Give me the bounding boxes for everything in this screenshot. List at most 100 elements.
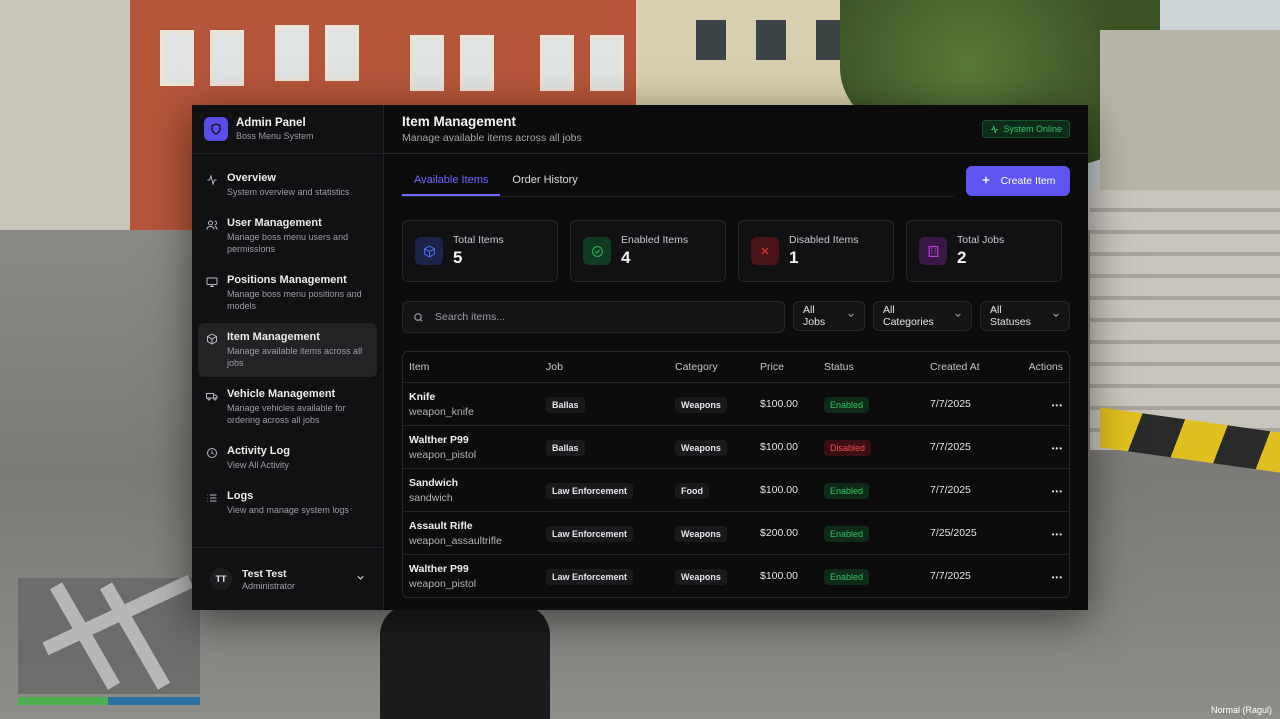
- item-name: Knife: [409, 390, 436, 403]
- tab-bar: Available Items Order History: [402, 166, 954, 197]
- job-tag: Law Enforcement: [546, 483, 634, 499]
- search-box: [402, 301, 785, 333]
- sidebar-item-desc: System overview and statistics: [227, 187, 350, 197]
- job-filter-select[interactable]: All Jobs: [793, 301, 865, 331]
- sidebar-nav: Overview System overview and statistics …: [192, 154, 383, 547]
- sidebar-item-vehicle-management[interactable]: Vehicle Management Manage vehicles avail…: [198, 380, 377, 434]
- sidebar-item-item-management[interactable]: Item Management Manage available items a…: [198, 323, 377, 377]
- sidebar-item-desc: View and manage system logs: [227, 505, 349, 515]
- item-cell: Knife weapon_knife: [403, 391, 546, 418]
- sidebar-item-label: Activity Log: [227, 445, 290, 457]
- category-filter-select[interactable]: All Categories: [873, 301, 972, 331]
- category-cell: Weapons: [675, 524, 760, 542]
- item-name: Walther P99: [409, 562, 469, 575]
- job-cell: Law Enforcement: [546, 567, 675, 585]
- stat-value: 4: [621, 248, 631, 267]
- page-title: Item Management: [402, 114, 517, 129]
- created-at-cell: 7/7/2025: [930, 484, 971, 496]
- status-badge: System Online: [982, 120, 1070, 138]
- price-cell: $100.00: [760, 398, 798, 410]
- status-badge: Enabled: [824, 483, 870, 499]
- item-id: weapon_knife: [409, 405, 474, 418]
- item-id: sandwich: [409, 491, 453, 504]
- page-header: Item Management Manage available items a…: [384, 105, 1088, 154]
- health-bar: [18, 697, 200, 705]
- items-table: Item Job Category Price Status Created A…: [402, 351, 1070, 598]
- status-cell: Disabled: [824, 438, 930, 456]
- category-cell: Weapons: [675, 567, 760, 585]
- users-icon: [206, 220, 218, 230]
- created-at-cell: 7/7/2025: [930, 570, 971, 582]
- truck-icon: [206, 393, 218, 401]
- building-left: [0, 0, 140, 230]
- actions-cell: •••: [1014, 567, 1069, 585]
- sidebar-item-user-management[interactable]: User Management Manage boss menu users a…: [198, 209, 377, 263]
- column-header: Category: [675, 361, 718, 373]
- stat-value: 1: [789, 248, 799, 267]
- stat-label: Total Jobs: [957, 234, 1005, 246]
- admin-panel: Admin Panel Boss Menu System Overview Sy…: [192, 105, 1088, 610]
- created-at-cell: 7/7/2025: [930, 441, 971, 453]
- category-tag: Weapons: [675, 569, 727, 585]
- tab-available-items[interactable]: Available Items: [402, 166, 501, 196]
- status-cell: Enabled: [824, 481, 930, 499]
- player-character: [380, 605, 550, 719]
- shield-icon: [204, 117, 228, 141]
- user-menu[interactable]: TT Test Test Administrator: [192, 547, 383, 610]
- clock-icon: [207, 448, 217, 458]
- stat-label: Total Items: [453, 234, 504, 246]
- more-actions-icon[interactable]: •••: [1052, 487, 1063, 496]
- more-actions-icon[interactable]: •••: [1052, 444, 1063, 453]
- create-item-button[interactable]: Create Item: [966, 166, 1070, 196]
- stat-label: Enabled Items: [621, 234, 689, 246]
- actions-cell: •••: [1014, 481, 1069, 499]
- job-tag: Ballas: [546, 397, 585, 413]
- select-value: All Jobs: [803, 304, 826, 328]
- minimap: [18, 574, 200, 694]
- more-actions-icon[interactable]: •••: [1052, 530, 1063, 539]
- sidebar-item-positions-management[interactable]: Positions Management Manage boss menu po…: [198, 266, 377, 320]
- sidebar-item-overview[interactable]: Overview System overview and statistics: [198, 164, 377, 206]
- created-at-cell: 7/7/2025: [930, 398, 971, 410]
- more-actions-icon[interactable]: •••: [1052, 573, 1063, 582]
- stat-card-total-items: Total Items 5: [402, 220, 558, 282]
- item-id: weapon_pistol: [409, 577, 477, 590]
- sidebar-item-label: Vehicle Management: [227, 388, 336, 400]
- sidebar-item-activity-log[interactable]: Activity Log View All Activity: [198, 437, 377, 479]
- chevron-down-icon: [1052, 311, 1060, 321]
- stat-value: 5: [453, 248, 463, 267]
- search-input[interactable]: [433, 310, 774, 324]
- sidebar-item-label: Positions Management: [227, 274, 347, 286]
- sidebar-item-logs[interactable]: Logs View and manage system logs: [198, 482, 377, 524]
- activity-icon: [207, 174, 217, 186]
- select-value: All Categories: [883, 304, 934, 328]
- job-tag: Law Enforcement: [546, 526, 634, 542]
- check-circle-icon: [583, 237, 611, 265]
- category-tag: Food: [675, 483, 709, 499]
- sidebar-item-label: Logs: [227, 490, 254, 502]
- job-cell: Law Enforcement: [546, 524, 675, 542]
- table-body: Knife weapon_knife Ballas Weapons $100.0…: [403, 382, 1069, 597]
- search-icon: [414, 312, 423, 322]
- sidebar-item-desc: Manage vehicles available for ordering a…: [227, 403, 346, 425]
- status-filter-select[interactable]: All Statuses: [980, 301, 1070, 331]
- more-actions-icon[interactable]: •••: [1052, 401, 1063, 410]
- chevron-down-icon[interactable]: [356, 573, 365, 585]
- price-cell: $100.00: [760, 484, 798, 496]
- table-row: Assault Rifle weapon_assaultrifle Law En…: [403, 511, 1069, 554]
- user-role: Administrator: [242, 580, 296, 591]
- content: Available Items Order History Create Ite…: [384, 154, 1088, 598]
- stat-label: Disabled Items: [789, 234, 859, 246]
- column-header: Status: [824, 361, 854, 373]
- item-id: weapon_pistol: [409, 448, 477, 461]
- chevron-down-icon: [847, 311, 855, 321]
- item-cell: Assault Rifle weapon_assaultrifle: [403, 520, 546, 547]
- tab-order-history[interactable]: Order History: [500, 166, 589, 196]
- created-at-cell: 7/25/2025: [930, 527, 977, 539]
- price-cell: $100.00: [760, 441, 798, 453]
- building-icon: [919, 237, 947, 265]
- main-area: Item Management Manage available items a…: [384, 105, 1088, 610]
- column-header: Item: [409, 361, 430, 373]
- avatar: TT: [210, 568, 232, 590]
- table-row: Walther P99 weapon_pistol Law Enforcemen…: [403, 554, 1069, 597]
